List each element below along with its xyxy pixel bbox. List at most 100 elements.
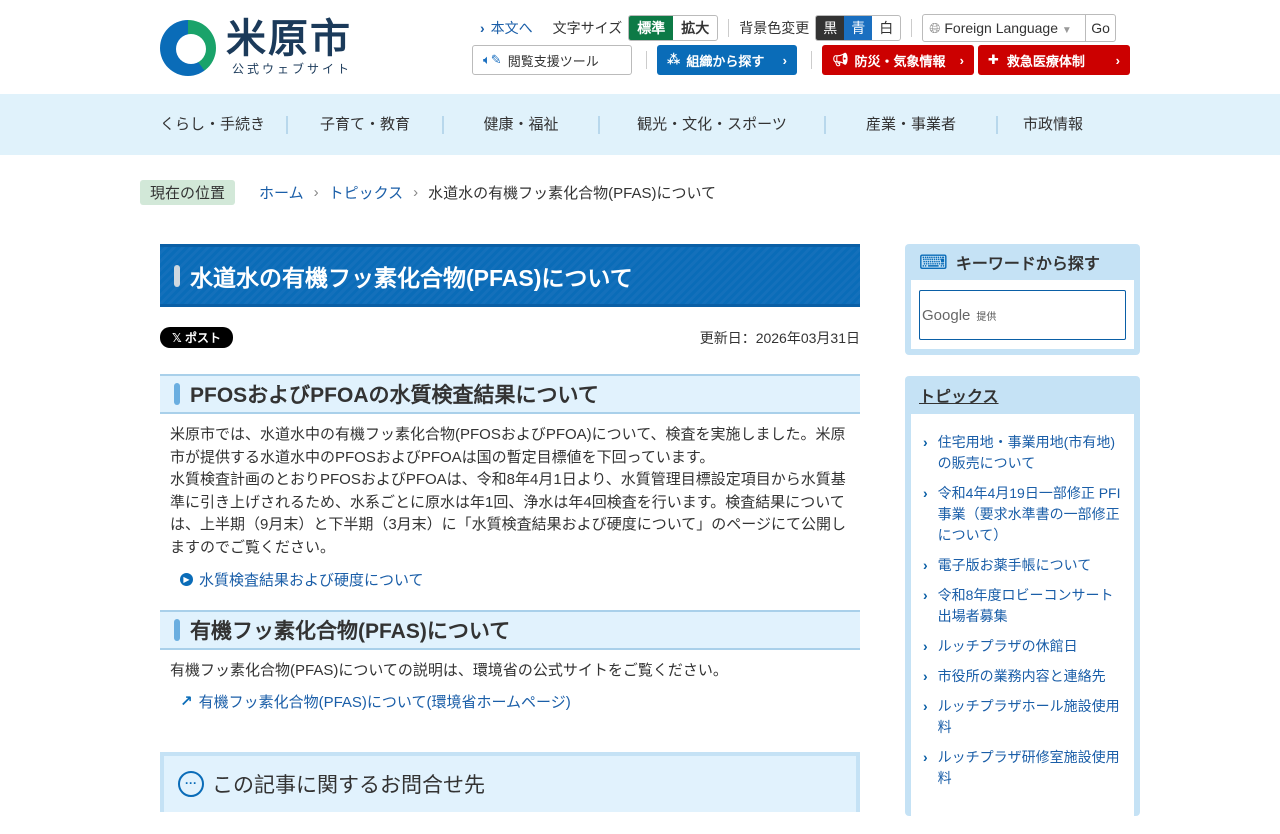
topic-item[interactable]: › ルッチプラザ研修室施設使用料 xyxy=(923,747,1122,789)
topic-label: 電子版お薬手帳について xyxy=(937,557,1092,573)
chevron-right-icon: › xyxy=(923,557,928,573)
hospital-icon: ✚ xyxy=(988,52,999,67)
title-bar-decoration xyxy=(174,264,180,287)
megaphone-icon: 📢︎ xyxy=(832,52,849,67)
font-size-large-button[interactable]: 拡大 xyxy=(673,16,717,40)
topic-item[interactable]: › 令和8年度ロビーコンサート出場者募集 xyxy=(923,585,1122,627)
divider xyxy=(911,19,913,37)
x-logo-icon: 𝕏 xyxy=(172,331,186,345)
topic-item[interactable]: › 令和4年4月19日一部修正 PFI事業（要求水準書の一部修正について） xyxy=(923,483,1122,546)
chevron-right-icon: › xyxy=(1115,52,1120,68)
speaker-icon: 🔈︎✎ xyxy=(483,52,502,67)
font-size-standard-button[interactable]: 標準 xyxy=(629,16,674,40)
topic-item[interactable]: › ルッチプラザホール施設使用料 xyxy=(923,696,1122,738)
skip-to-content-link[interactable]: › 本文へ xyxy=(480,18,533,38)
external-link-icon: ↗ xyxy=(180,693,193,710)
city-emblem-icon xyxy=(160,19,216,76)
topics-box: トピックス › 住宅用地・事業用地(市有地)の販売について › 令和4年4月19日一… xyxy=(905,376,1140,834)
font-size-toggle: 標準 拡大 xyxy=(628,15,719,41)
nav-city-admin[interactable]: 市政情報 xyxy=(998,116,1108,134)
updated-date: 更新日：2026年03月31日 xyxy=(699,329,860,346)
topic-label: ルッチプラザホール施設使用料 xyxy=(937,698,1120,735)
section-heading: 有機フッ素化合物(PFAS)について xyxy=(160,610,860,650)
breadcrumb-topics[interactable]: トピックス xyxy=(329,182,404,203)
topic-label: 令和4年4月19日一部修正 PFI事業（要求水準書の一部修正について） xyxy=(937,485,1121,543)
speech-bubble-icon: ··· xyxy=(178,770,204,797)
link-label: 有機フッ素化合物(PFAS)について(環境省ホームページ) xyxy=(198,693,571,711)
site-logo[interactable]: 米原市 公式ウェブサイト xyxy=(160,18,352,77)
bg-blue-button[interactable]: 青 xyxy=(844,16,873,40)
chevron-right-icon: › xyxy=(923,668,928,684)
topics-heading-link[interactable]: トピックス xyxy=(919,383,999,407)
dropdown-arrow-icon: ▼ xyxy=(1061,25,1072,36)
breadcrumb-home[interactable]: ホーム xyxy=(259,182,304,203)
keyword-search-box: ⌨ キーワードから探す Google 提供 xyxy=(905,244,1140,355)
topic-label: 市役所の業務内容と連絡先 xyxy=(937,668,1106,684)
language-select[interactable]: 🌐︎ Foreign Language ▼ xyxy=(923,15,1085,41)
topic-item[interactable]: › 電子版お薬手帳について xyxy=(923,555,1122,576)
contact-heading-text: この記事に関するお問合せ先 xyxy=(212,773,485,797)
disaster-info-button[interactable]: 📢︎ 防災・気象情報 › xyxy=(822,45,974,75)
page-title-text: 水道水の有機フッ素化合物(PFAS)について xyxy=(190,264,633,291)
heading-bar-decoration xyxy=(174,383,180,405)
topic-item[interactable]: › 市役所の業務内容と連絡先 xyxy=(923,666,1122,687)
divider xyxy=(811,51,812,69)
site-header: 米原市 公式ウェブサイト › 本文へ 文字サイズ 標準 拡大 背景色変更 黒 青 … xyxy=(0,0,1280,94)
topic-label: 住宅用地・事業用地(市有地)の販売について xyxy=(937,434,1115,471)
divider xyxy=(728,19,730,37)
global-nav: くらし・手続き 子育て・教育 健康・福祉 観光・文化・スポーツ 産業・事業者 市… xyxy=(0,94,1280,155)
section-heading-text: PFOSおよびPFOAの水質検査結果について xyxy=(190,384,599,407)
topic-label: 令和8年度ロビーコンサート出場者募集 xyxy=(937,587,1114,624)
google-provided-label: 提供 xyxy=(976,311,997,323)
paragraph: 水質検査計画のとおりPFOSおよびPFOAは、令和8年4月1日より、水質管理目標… xyxy=(170,471,846,556)
page-title: 水道水の有機フッ素化合物(PFAS)について xyxy=(160,244,860,307)
keyboard-icon: ⌨ xyxy=(919,251,948,274)
nav-business[interactable]: 産業・事業者 xyxy=(826,115,998,134)
bg-black-button[interactable]: 黒 xyxy=(816,16,845,40)
disaster-label: 防災・気象情報 xyxy=(854,53,946,69)
google-search-input[interactable]: Google 提供 xyxy=(919,290,1126,340)
topic-item[interactable]: › 住宅用地・事業用地(市有地)の販売について xyxy=(923,432,1122,474)
breadcrumb-current: 水道水の有機フッ素化合物(PFAS)について xyxy=(428,185,717,202)
chevron-right-icon: › xyxy=(923,698,928,714)
language-go-button[interactable]: Go xyxy=(1085,15,1115,41)
logo-title: 米原市 xyxy=(226,17,352,61)
nav-childcare[interactable]: 子育て・教育 xyxy=(288,115,444,134)
font-size-label: 文字サイズ xyxy=(552,20,623,36)
x-post-button[interactable]: 𝕏 ポスト xyxy=(160,327,234,348)
org-search-button[interactable]: ⁂ 組織から探す › xyxy=(657,45,797,75)
nav-health[interactable]: 健康・福祉 xyxy=(444,115,600,134)
language-select-label: Foreign Language xyxy=(944,20,1059,36)
language-selector: 🌐︎ Foreign Language ▼ Go xyxy=(922,14,1116,42)
chevron-right-icon: › xyxy=(923,485,928,501)
chevron-right-icon: › xyxy=(923,587,928,603)
topic-label: ルッチプラザ研修室施設使用料 xyxy=(937,749,1120,786)
topics-list: › 住宅用地・事業用地(市有地)の販売について › 令和4年4月19日一部修正 PF… xyxy=(923,432,1122,789)
emergency-label: 救急医療体制 xyxy=(1006,53,1085,69)
logo-subtitle: 公式ウェブサイト xyxy=(231,62,352,76)
breadcrumb-label: 現在の位置 xyxy=(140,180,236,205)
chevron-right-icon: › xyxy=(313,184,319,201)
moe-pfas-external-link[interactable]: ↗ 有機フッ素化合物(PFAS)について(環境省ホームページ) xyxy=(160,683,860,712)
org-chart-icon: ⁂ xyxy=(667,52,681,67)
paragraph: 有機フッ素化合物(PFAS)についての説明は、環境省の公式サイトをご覧ください。 xyxy=(170,662,728,679)
reading-support-tool-button[interactable]: 🔈︎✎ 閲覧支援ツール xyxy=(472,45,632,75)
circle-arrow-icon: ▶ xyxy=(180,573,193,586)
chevron-right-icon: › xyxy=(480,20,485,36)
org-search-label: 組織から探す xyxy=(686,53,765,69)
emergency-medical-button[interactable]: ✚ 救急医療体制 › xyxy=(978,45,1130,75)
reading-support-label: 閲覧支援ツール xyxy=(507,53,599,69)
contact-heading: ··· この記事に関するお問合せ先 xyxy=(160,751,860,812)
x-post-label: ポスト xyxy=(185,331,222,345)
bg-color-label: 背景色変更 xyxy=(739,20,810,36)
google-logo: Google xyxy=(922,306,971,324)
nav-living[interactable]: くらし・手続き xyxy=(160,115,288,134)
paragraph: 米原市では、水道水中の有機フッ素化合物(PFOSおよびPFOA)について、検査を… xyxy=(170,426,846,466)
section-heading: PFOSおよびPFOAの水質検査結果について xyxy=(160,374,860,414)
divider xyxy=(646,51,647,69)
water-quality-results-link[interactable]: ▶ 水質検査結果および硬度について xyxy=(160,559,860,590)
nav-tourism[interactable]: 観光・文化・スポーツ xyxy=(600,115,826,134)
topic-item[interactable]: › ルッチプラザの休館日 xyxy=(923,636,1122,657)
chevron-right-icon: › xyxy=(959,52,964,68)
bg-white-button[interactable]: 白 xyxy=(872,16,900,40)
